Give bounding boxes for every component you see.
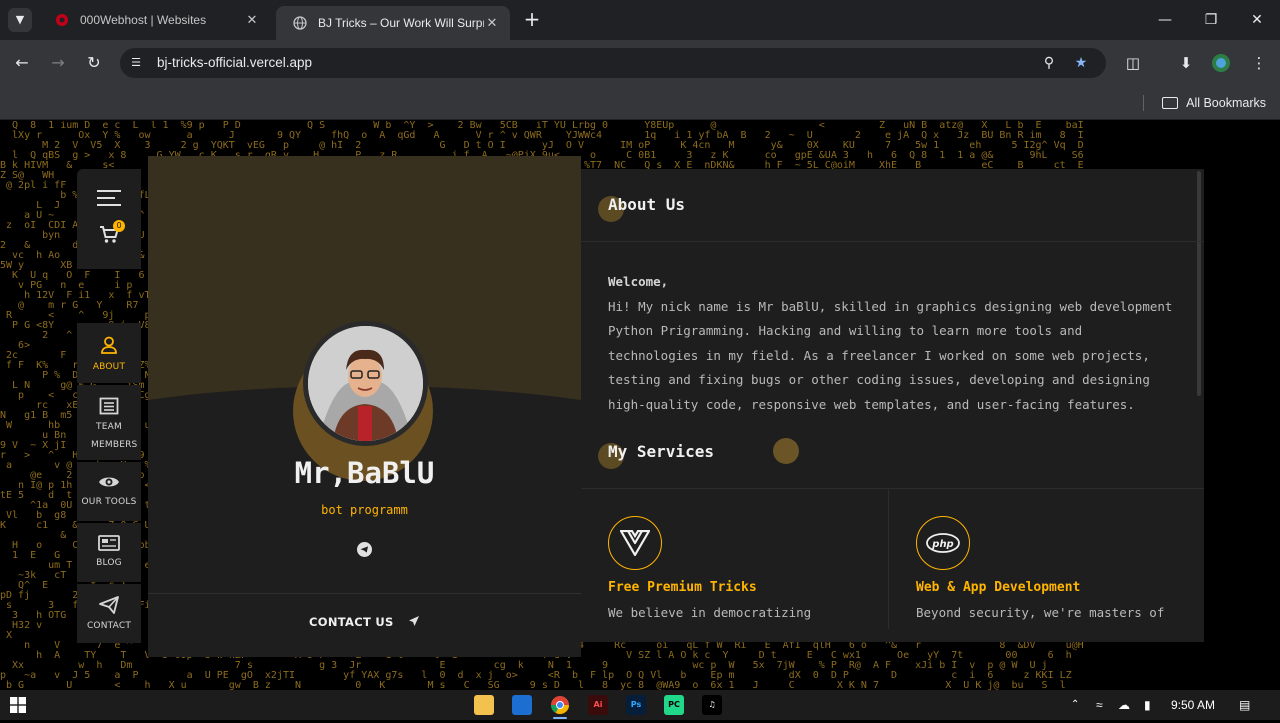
photoshop-icon[interactable]: Ps	[626, 695, 646, 715]
tab-search-chevron-icon[interactable]: ▼	[8, 8, 32, 32]
close-tab-icon[interactable]: ✕	[244, 12, 260, 28]
site-settings-icon[interactable]: ☰	[128, 55, 144, 71]
pycharm-icon[interactable]: PC	[664, 695, 684, 715]
service-title: Free Premium Tricks	[608, 580, 757, 595]
nav-label: ABOUT	[92, 362, 126, 372]
file-explorer-icon[interactable]	[474, 695, 494, 715]
back-arrow-icon[interactable]: ←	[10, 51, 34, 75]
chrome-menu-icon[interactable]: ⋮	[1247, 51, 1271, 75]
svg-text:php: php	[931, 539, 953, 550]
telegram-icon[interactable]	[357, 542, 372, 557]
download-icon[interactable]: ⬇	[1174, 51, 1198, 75]
folder-icon	[1162, 97, 1179, 109]
000webhost-favicon-icon	[54, 12, 70, 28]
paper-plane-icon	[99, 596, 119, 614]
browser-toolbar: ← → ↻ ☰ bj-tricks-official.vercel.app ⚲ …	[0, 40, 1280, 86]
tab-title: 000Webhost | Websites	[80, 13, 207, 27]
content-scrollbar[interactable]	[1197, 171, 1201, 396]
services-title: My Services	[608, 442, 714, 461]
nav-item-blog[interactable]: BLOG	[77, 523, 141, 582]
vue-icon	[608, 516, 662, 570]
contact-us-label: CONTACT US	[309, 615, 394, 629]
minimize-icon[interactable]: —	[1142, 0, 1188, 40]
address-bar[interactable]: ☰ bj-tricks-official.vercel.app ⚲ ★	[120, 48, 1106, 78]
floating-accent-dot	[773, 438, 799, 464]
profile-card: Mr,BaBlU bot programm CONTACT US	[148, 156, 581, 657]
clock-time[interactable]: 9:50 AM	[1171, 690, 1215, 720]
content-card: About Us Welcome, Hi! My nick name is Mr…	[581, 169, 1204, 642]
about-body: Hi! My nick name is Mr baBlU, skilled in…	[608, 298, 1173, 412]
notification-icon[interactable]: ▤	[1239, 690, 1250, 720]
nav-label: TEAM MEMBERS	[91, 422, 138, 450]
side-nav-header: 0	[77, 169, 141, 269]
side-navigation: 0 ABOUT TEAM MEMBERS OUR TOOLS BLOG CONT…	[77, 169, 141, 643]
services-column-divider	[888, 489, 889, 629]
chrome-icon[interactable]	[550, 695, 570, 715]
nav-item-contact[interactable]: CONTACT	[77, 584, 141, 643]
globe-favicon-icon	[292, 15, 308, 31]
nav-item-about[interactable]: ABOUT	[77, 323, 141, 383]
windows-start-icon[interactable]	[10, 697, 26, 713]
all-bookmarks-button[interactable]: All Bookmarks	[1162, 92, 1266, 114]
profile-role: bot programm	[321, 503, 408, 517]
about-title: About Us	[608, 195, 686, 214]
cart-icon[interactable]: 0	[99, 220, 125, 246]
nav-item-our-tools[interactable]: OUR TOOLS	[77, 462, 141, 521]
bookmark-star-icon[interactable]: ★	[1072, 55, 1090, 71]
nav-label: CONTACT	[86, 621, 132, 631]
nav-item-team-members[interactable]: TEAM MEMBERS	[77, 385, 141, 460]
bookmarks-bar: All Bookmarks	[0, 86, 1280, 120]
active-app-indicator	[553, 717, 567, 719]
about-welcome: Welcome,	[608, 274, 669, 289]
eye-icon	[99, 477, 119, 487]
battery-icon[interactable]: ▮	[1144, 690, 1151, 720]
tab-title: BJ Tricks – Our Work Will Surprise	[318, 16, 484, 30]
user-icon	[101, 336, 117, 354]
all-bookmarks-label: All Bookmarks	[1186, 96, 1266, 110]
section-divider	[581, 488, 1204, 489]
avatar-illustration	[308, 326, 423, 441]
vscode-icon[interactable]	[512, 695, 532, 715]
forward-arrow-icon[interactable]: →	[46, 51, 70, 75]
new-tab-button[interactable]: +	[520, 8, 544, 32]
service-title: Web & App Development	[916, 580, 1081, 595]
bookmarks-separator	[1143, 95, 1144, 111]
tray-chevron-icon[interactable]: ⌃	[1071, 690, 1079, 720]
url-text: bj-tricks-official.vercel.app	[157, 55, 313, 70]
tab-000webhost[interactable]: 000Webhost | Websites ✕	[38, 0, 270, 40]
service-description: Beyond security, we're masters of	[916, 605, 1165, 620]
side-nav-menu: ABOUT TEAM MEMBERS OUR TOOLS BLOG CONTAC…	[77, 323, 141, 666]
profile-name: Mr,BaBlU	[294, 456, 435, 490]
nav-label: OUR TOOLS	[81, 497, 137, 507]
restore-icon[interactable]: ❐	[1188, 0, 1234, 40]
page-viewport: Q 8 1 ium D e c L l 1 %9 p P D Q S W b ^…	[0, 121, 1280, 690]
illustrator-icon[interactable]: Ai	[588, 695, 608, 715]
php-icon: php	[916, 516, 970, 570]
hamburger-menu-icon[interactable]	[97, 190, 121, 206]
cloud-icon[interactable]: ☁	[1118, 690, 1130, 720]
section-divider	[581, 241, 1204, 242]
browser-tab-bar: ▼ 000Webhost | Websites ✕ BJ Tricks – Ou…	[0, 0, 1280, 40]
tab-bj-tricks[interactable]: BJ Tricks – Our Work Will Surprise ✕	[276, 6, 510, 40]
extensions-icon[interactable]: ◫	[1121, 51, 1145, 75]
newspaper-icon	[99, 397, 119, 415]
about-text: Welcome, Hi! My nick name is Mr baBlU, s…	[608, 270, 1178, 417]
windows-taskbar: Ai Ps PC ♫ ⌃ ≈ ☁ ▮ 9:50 AM ▤	[0, 690, 1280, 720]
zoom-search-icon[interactable]: ⚲	[1040, 55, 1058, 71]
blog-icon	[98, 535, 120, 551]
close-tab-icon[interactable]: ✕	[484, 15, 500, 31]
nav-label: BLOG	[96, 558, 122, 568]
reload-icon[interactable]: ↻	[82, 51, 106, 75]
send-icon	[408, 616, 419, 626]
avatar	[303, 321, 428, 446]
contact-us-button[interactable]: CONTACT US	[148, 615, 581, 629]
tiktok-icon[interactable]: ♫	[702, 695, 722, 715]
profile-divider	[148, 593, 581, 594]
wifi-icon[interactable]: ≈	[1096, 690, 1103, 720]
cart-count-badge: 0	[113, 220, 125, 232]
service-description: We believe in democratizing	[608, 605, 812, 620]
profile-avatar-icon[interactable]	[1209, 51, 1233, 75]
close-window-icon[interactable]: ✕	[1234, 0, 1280, 40]
